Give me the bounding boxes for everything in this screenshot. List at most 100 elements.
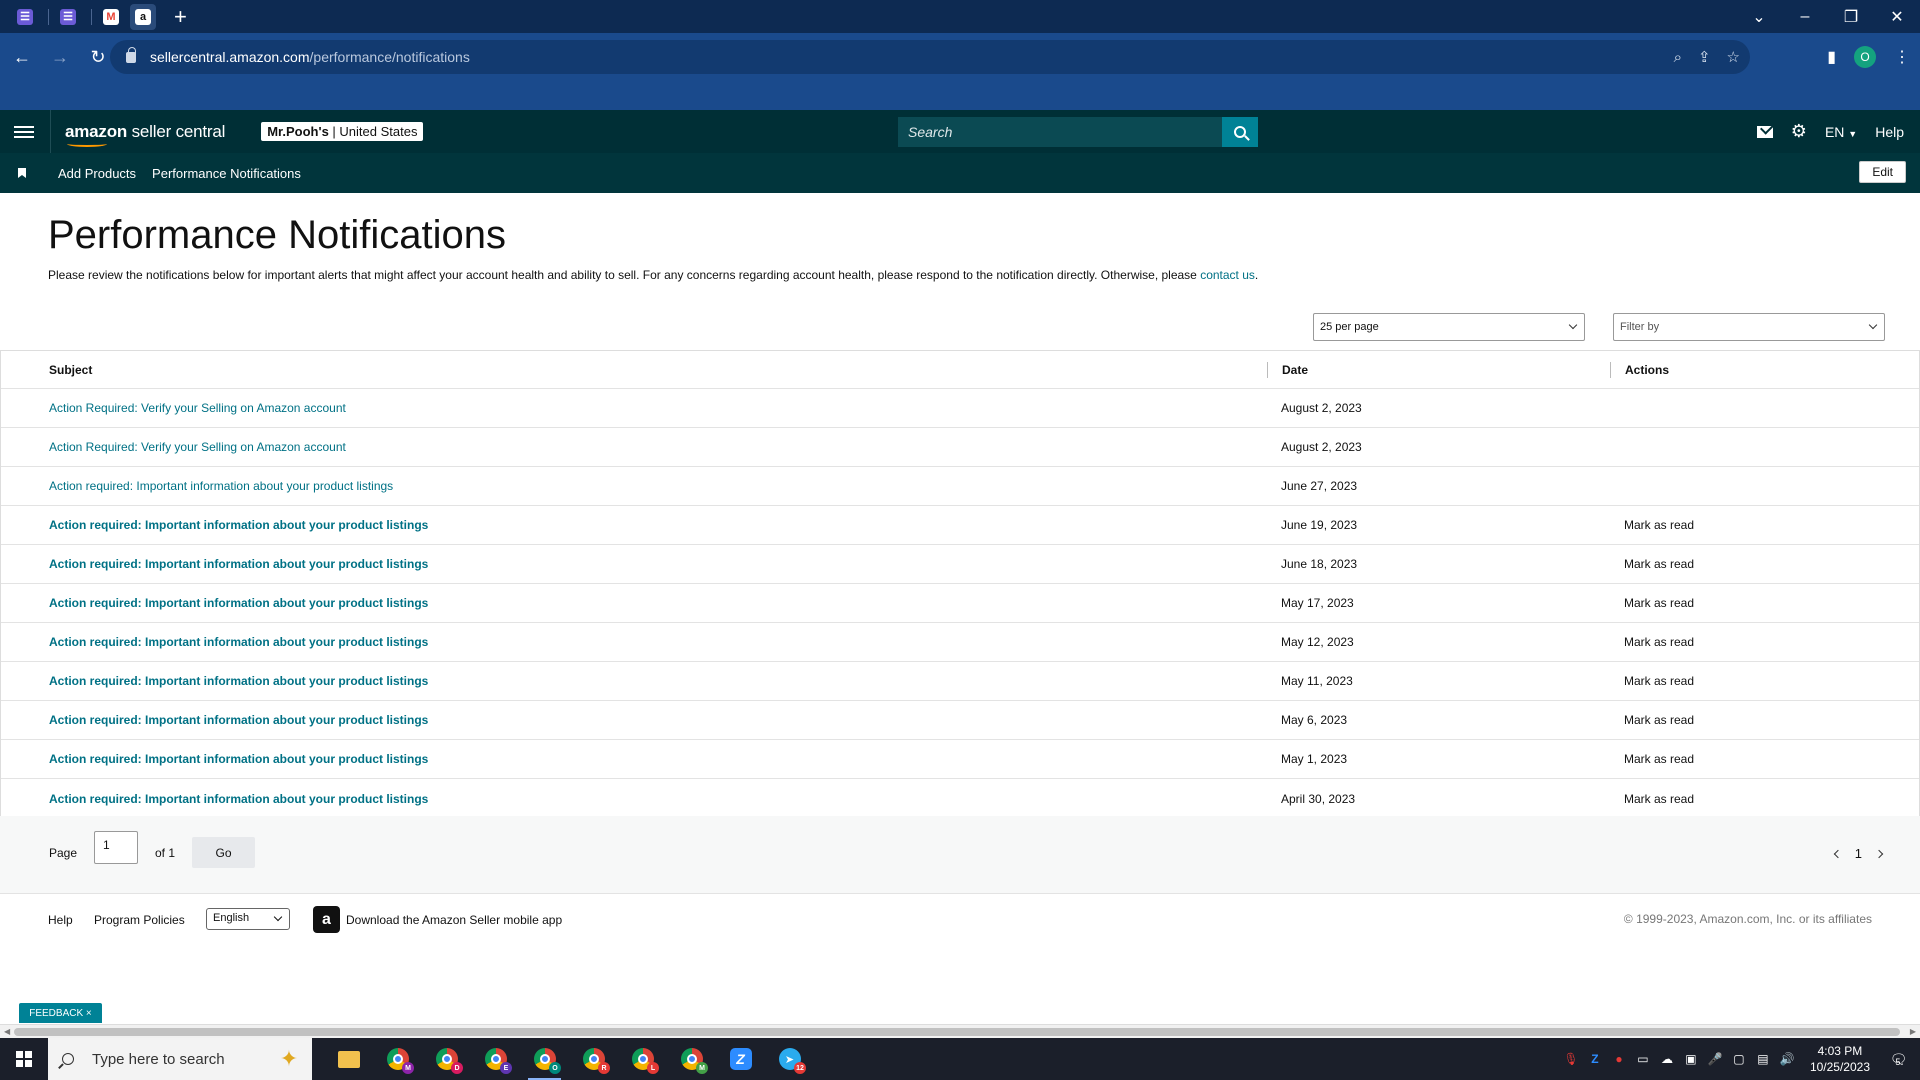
mark-as-read-action[interactable]: Mark as read bbox=[1624, 752, 1694, 766]
drive-icon[interactable]: ▭ bbox=[1636, 1052, 1650, 1066]
search-button[interactable] bbox=[1222, 117, 1258, 147]
tab-search-icon[interactable]: ⌄ bbox=[1736, 7, 1782, 27]
notification-subject-link[interactable]: Action required: Important information a… bbox=[49, 713, 428, 727]
minimize-icon[interactable]: – bbox=[1782, 8, 1828, 26]
screen-icon[interactable]: ▣ bbox=[1684, 1052, 1698, 1066]
lock-icon[interactable] bbox=[126, 46, 136, 63]
address-bar[interactable]: sellercentral.amazon.com/performance/not… bbox=[110, 40, 1750, 74]
mark-as-read-action[interactable]: Mark as read bbox=[1624, 635, 1694, 649]
notification-subject-link[interactable]: Action required: Important information a… bbox=[49, 635, 428, 649]
mark-as-read-action[interactable]: Mark as read bbox=[1624, 713, 1694, 727]
new-tab-button[interactable]: + bbox=[174, 5, 187, 28]
footer-program-policies-link[interactable]: Program Policies bbox=[94, 913, 185, 927]
mark-as-read-action[interactable]: Mark as read bbox=[1624, 518, 1694, 532]
chrome-profile-button[interactable]: R bbox=[569, 1038, 618, 1080]
search-input[interactable] bbox=[898, 117, 1222, 147]
column-header-subject[interactable]: Subject bbox=[49, 363, 92, 377]
telegram-button[interactable]: ➤ 12 bbox=[765, 1038, 814, 1080]
search-highlight-icon[interactable]: ✦ bbox=[266, 1038, 312, 1080]
volume-icon[interactable]: 🔊 bbox=[1779, 1052, 1794, 1066]
cloud-icon[interactable]: ☁ bbox=[1660, 1052, 1674, 1066]
back-icon[interactable]: ← bbox=[6, 47, 38, 68]
camera-icon[interactable]: ▢ bbox=[1732, 1052, 1746, 1066]
notification-subject-link[interactable]: Action Required: Verify your Selling on … bbox=[49, 440, 346, 454]
scrollbar-thumb[interactable] bbox=[14, 1028, 1900, 1036]
chrome-profile-button[interactable]: L bbox=[618, 1038, 667, 1080]
notification-subject-link[interactable]: Action required: Important information a… bbox=[49, 557, 428, 571]
mark-as-read-action[interactable]: Mark as read bbox=[1624, 792, 1694, 806]
store-switcher[interactable]: Mr.Pooh's | United States bbox=[261, 122, 424, 141]
footer-help-link[interactable]: Help bbox=[48, 913, 73, 927]
network-icon[interactable]: ▤ bbox=[1756, 1052, 1770, 1066]
tab-2[interactable]: ☰ bbox=[55, 4, 81, 30]
file-explorer-button[interactable] bbox=[324, 1038, 373, 1080]
contact-us-link[interactable]: contact us bbox=[1200, 268, 1255, 282]
side-panel-icon[interactable]: ▮ bbox=[1827, 47, 1836, 67]
seller-central-logo[interactable]: amazon seller central bbox=[65, 122, 225, 147]
chrome-profile-badge: L bbox=[647, 1062, 659, 1074]
notification-subject-link[interactable]: Action required: Important information a… bbox=[49, 674, 428, 688]
page-number-current[interactable]: 1 bbox=[1855, 846, 1862, 861]
chrome-profile-button[interactable]: O bbox=[520, 1038, 569, 1080]
help-link[interactable]: Help bbox=[1875, 124, 1904, 140]
amazon-app-icon[interactable]: a bbox=[313, 906, 340, 933]
mail-icon[interactable] bbox=[1756, 125, 1773, 138]
scroll-left-icon[interactable]: ◀ bbox=[4, 1027, 10, 1036]
page-number-input[interactable]: 1 bbox=[94, 831, 138, 864]
mic-muted-icon[interactable]: 🎙 bbox=[1563, 1052, 1578, 1066]
chrome-profile-button[interactable]: M bbox=[373, 1038, 422, 1080]
mark-as-read-action[interactable]: Mark as read bbox=[1624, 674, 1694, 688]
hamburger-menu-icon[interactable] bbox=[14, 123, 34, 141]
chrome-profile-button[interactable]: D bbox=[422, 1038, 471, 1080]
edit-bookmarks-button[interactable]: Edit bbox=[1859, 161, 1906, 183]
notification-subject-link[interactable]: Action required: Important information a… bbox=[49, 479, 393, 493]
footer-language-select[interactable]: English bbox=[206, 908, 290, 930]
notification-subject-link[interactable]: Action required: Important information a… bbox=[49, 596, 428, 610]
column-divider[interactable] bbox=[1267, 362, 1268, 378]
chrome-tray-icon[interactable]: ● bbox=[1612, 1052, 1626, 1066]
notification-subject-link[interactable]: Action required: Important information a… bbox=[49, 518, 428, 532]
feedback-button[interactable]: FEEDBACK × bbox=[19, 1003, 102, 1023]
column-header-date[interactable]: Date bbox=[1282, 363, 1308, 377]
previous-page-icon[interactable] bbox=[1833, 849, 1843, 858]
bookmark-add-products[interactable]: Add Products bbox=[58, 166, 136, 181]
start-button[interactable] bbox=[0, 1038, 48, 1080]
restore-icon[interactable]: ❐ bbox=[1828, 7, 1874, 27]
zoom-tray-icon[interactable]: Z bbox=[1588, 1052, 1602, 1066]
scroll-right-icon[interactable]: ▶ bbox=[1910, 1027, 1916, 1036]
filter-select[interactable]: Filter by bbox=[1613, 313, 1885, 341]
column-divider[interactable] bbox=[1610, 362, 1611, 378]
bookmark-performance-notifications[interactable]: Performance Notifications bbox=[152, 166, 301, 181]
zoom-icon[interactable]: ⌕ bbox=[1674, 49, 1682, 66]
tab-1[interactable]: ☰ bbox=[12, 4, 38, 30]
notification-center-button[interactable]: 🗨 5 bbox=[1880, 1051, 1910, 1068]
tab-3[interactable]: M bbox=[98, 4, 124, 30]
bookmark-icon[interactable] bbox=[18, 168, 26, 178]
forward-icon[interactable]: → bbox=[44, 47, 76, 68]
notification-subject-link[interactable]: Action required: Important information a… bbox=[49, 792, 428, 806]
tab-4-active[interactable]: a bbox=[130, 3, 156, 30]
share-icon[interactable]: ⇪ bbox=[1698, 48, 1711, 66]
taskbar-clock[interactable]: 4:03 PM 10/25/2023 bbox=[1810, 1043, 1870, 1075]
close-icon[interactable]: ✕ bbox=[1874, 7, 1920, 27]
zoom-button[interactable]: Z bbox=[716, 1038, 765, 1080]
gear-icon[interactable]: ⚙ bbox=[1791, 121, 1807, 142]
menu-kebab-icon[interactable]: ⋮ bbox=[1894, 47, 1910, 67]
mark-as-read-action[interactable]: Mark as read bbox=[1624, 557, 1694, 571]
notification-date: June 18, 2023 bbox=[1281, 557, 1358, 571]
language-selector[interactable]: EN ▼ bbox=[1825, 124, 1857, 140]
download-app-link[interactable]: Download the Amazon Seller mobile app bbox=[346, 913, 562, 927]
bookmark-star-icon[interactable]: ☆ bbox=[1727, 48, 1740, 66]
chrome-profile-button[interactable]: E bbox=[471, 1038, 520, 1080]
next-page-icon[interactable] bbox=[1874, 849, 1884, 858]
microphone-icon[interactable]: 🎤 bbox=[1707, 1052, 1722, 1066]
horizontal-scrollbar[interactable]: ◀ ▶ bbox=[0, 1024, 1920, 1038]
notification-subject-link[interactable]: Action required: Important information a… bbox=[49, 752, 428, 766]
per-page-select[interactable]: 25 per page bbox=[1313, 313, 1585, 341]
go-button[interactable]: Go bbox=[192, 837, 255, 868]
profile-avatar[interactable]: O bbox=[1854, 46, 1876, 68]
chrome-profile-button[interactable]: M bbox=[667, 1038, 716, 1080]
taskbar-search[interactable]: Type here to search bbox=[48, 1038, 266, 1080]
mark-as-read-action[interactable]: Mark as read bbox=[1624, 596, 1694, 610]
notification-subject-link[interactable]: Action Required: Verify your Selling on … bbox=[49, 401, 346, 415]
